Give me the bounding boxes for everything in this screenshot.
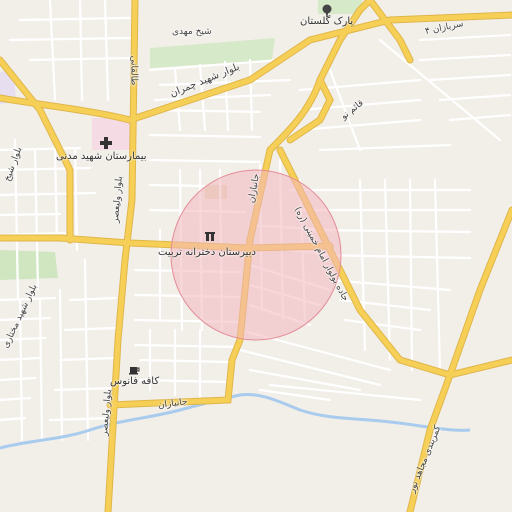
school-icon[interactable] <box>203 230 217 244</box>
coffee-cup-icon[interactable] <box>127 362 141 376</box>
hospital-cross-icon[interactable] <box>99 136 113 150</box>
label-park-golestan: پارک گلستان <box>300 16 354 27</box>
label-taleghani: طالقانی <box>128 55 139 86</box>
label-cafe: کافه فانوس <box>110 376 160 387</box>
label-girls-school: دبیرستان دخترانه تربیت <box>158 247 256 258</box>
label-hospital: بیمارستان شهید مدنی <box>56 151 147 162</box>
map-view[interactable]: پارک گلستان شیخ مهدی سربازان ۴ طالقانی ب… <box>0 0 512 512</box>
park-area-left <box>0 250 58 280</box>
label-sheikh-mahdi: شیخ مهدی <box>172 27 212 37</box>
